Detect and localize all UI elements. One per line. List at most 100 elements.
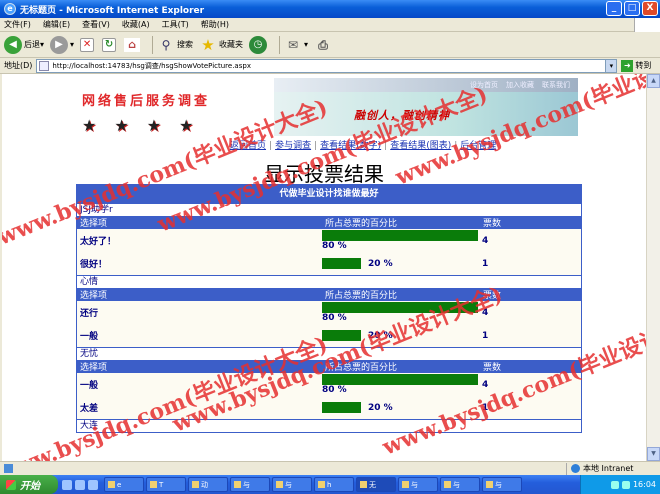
close-button[interactable]: X xyxy=(642,1,658,16)
zone-label: 本地 Intranet xyxy=(583,464,634,473)
taskbar-button[interactable]: 动 xyxy=(188,477,228,492)
printer-icon: ⎙ xyxy=(318,37,328,52)
column-percent: 所占总票的百分比 xyxy=(322,360,480,373)
maximize-button[interactable]: □ xyxy=(624,1,640,16)
taskbar-button[interactable]: 与 xyxy=(440,477,480,492)
mail-button[interactable]: ✉ ▾ xyxy=(284,36,308,54)
menu-view[interactable]: 查看(V) xyxy=(82,19,110,30)
task-icon xyxy=(192,481,199,488)
start-button[interactable]: 开始 xyxy=(0,475,58,494)
menu-help[interactable]: 帮助(H) xyxy=(201,19,229,30)
forward-button[interactable]: ▶ ▾ xyxy=(50,35,74,54)
task-icon xyxy=(276,481,283,488)
option-label: 很好！ xyxy=(77,252,322,275)
nav-results-number[interactable]: 查看结果(数字) xyxy=(320,141,381,151)
menu-favorites[interactable]: 收藏(A) xyxy=(122,19,150,30)
quick-launch-icon[interactable] xyxy=(62,479,72,490)
menu-tools[interactable]: 工具(T) xyxy=(162,19,189,30)
nav-vote[interactable]: 参与调查 xyxy=(275,141,311,151)
taskbar-button[interactable]: T xyxy=(146,477,186,492)
refresh-icon: ↻ xyxy=(102,37,117,52)
quick-launch-icon[interactable] xyxy=(75,479,85,490)
vertical-scrollbar[interactable]: ▲ ▼ xyxy=(646,74,660,461)
percent-bar xyxy=(322,402,361,413)
poll-title: JSJ助学r xyxy=(77,203,581,216)
add-favorite-link[interactable]: 加入收藏 xyxy=(506,80,534,90)
tray-icon[interactable] xyxy=(621,480,630,489)
taskbar-button[interactable]: 无 xyxy=(356,477,396,492)
percent-bar xyxy=(322,258,361,269)
task-label: 动 xyxy=(201,480,208,489)
refresh-button[interactable]: ↻ xyxy=(102,37,118,52)
taskbar-button[interactable]: e xyxy=(104,477,144,492)
address-label: 地址(D) xyxy=(4,61,33,70)
mail-dropdown-icon[interactable]: ▾ xyxy=(304,40,308,49)
tray-icon[interactable] xyxy=(610,480,619,489)
back-button[interactable]: ◀ 后退 ▾ xyxy=(4,35,44,54)
poll-table: 选择项 所占总票的百分比 票数 太好了！ 80 % 4 很好！ 20 % 1 xyxy=(77,216,581,275)
percent-text: 80 % xyxy=(322,385,347,395)
menu-file[interactable]: 文件(F) xyxy=(4,19,31,30)
task-icon xyxy=(486,481,493,488)
poll-header-row: 选择项 所占总票的百分比 票数 xyxy=(77,360,581,373)
poll-option-row: 还行 80 % 4 xyxy=(77,301,581,324)
security-zone: 本地 Intranet xyxy=(566,462,660,475)
option-percent-cell: 20 % xyxy=(322,324,480,347)
percent-bar xyxy=(322,330,361,341)
page-icon xyxy=(39,60,50,71)
history-button[interactable]: ◷ xyxy=(249,35,269,54)
taskbar: 开始 e T 动 与 与 h 无 与 与 与 16:04 xyxy=(0,475,660,494)
poll-option-row: 一般 20 % 1 xyxy=(77,324,581,347)
percent-text: 20 % xyxy=(368,331,393,341)
minimize-button[interactable]: _ xyxy=(606,1,622,16)
windows-logo-icon xyxy=(634,18,660,32)
favorites-button[interactable]: ★ 收藏夹 xyxy=(199,36,243,54)
taskbar-button[interactable]: 与 xyxy=(230,477,270,492)
address-dropdown-icon[interactable]: ▾ xyxy=(605,58,618,73)
poll-header-row: 选择项 所占总票的百分比 票数 xyxy=(77,288,581,301)
taskbar-button[interactable]: 与 xyxy=(272,477,312,492)
banner-slogan: 融创人，融创精神 xyxy=(354,109,450,122)
address-input[interactable]: http://localhost:14783/hsg调查/hsgShowVote… xyxy=(36,58,607,73)
window-titlebar: e 无标题页 - Microsoft Internet Explorer _ □… xyxy=(0,0,660,18)
toolbar-separator xyxy=(279,35,281,54)
toolbar: ◀ 后退 ▾ ▶ ▾ ✕ ↻ ⌂ ⚲ 搜索 ★ 收藏夹 ◷ ✉ ▾ ⎙ xyxy=(0,32,660,58)
taskbar-button[interactable]: 与 xyxy=(398,477,438,492)
scroll-up-icon[interactable]: ▲ xyxy=(647,74,660,88)
nav-results-chart[interactable]: 查看结果(图表) xyxy=(390,141,451,151)
taskbar-button[interactable]: 与 xyxy=(482,477,522,492)
back-dropdown-icon[interactable]: ▾ xyxy=(40,40,44,49)
poll-option-row: 一般 80 % 4 xyxy=(77,373,581,396)
task-label: 与 xyxy=(243,480,250,489)
set-homepage-link[interactable]: 设为首页 xyxy=(470,80,498,90)
back-arrow-icon: ◀ xyxy=(4,35,22,54)
star-icon: ★ xyxy=(146,116,162,135)
option-percent-cell: 80 % xyxy=(322,301,480,324)
intranet-icon xyxy=(571,464,580,473)
menu-edit[interactable]: 编辑(E) xyxy=(43,19,70,30)
search-button[interactable]: ⚲ 搜索 xyxy=(157,36,193,54)
task-label: T xyxy=(159,480,164,489)
task-label: 与 xyxy=(411,480,418,489)
quick-launch-icon[interactable] xyxy=(88,479,98,490)
print-button[interactable]: ⎙ xyxy=(314,36,334,54)
stop-button[interactable]: ✕ xyxy=(80,37,96,52)
home-button[interactable]: ⌂ xyxy=(124,37,142,52)
nav-admin[interactable]: 后台管理 xyxy=(460,141,496,151)
forward-dropdown-icon[interactable]: ▾ xyxy=(70,40,74,49)
quick-launch xyxy=(62,479,98,490)
home-icon: ⌂ xyxy=(124,37,141,52)
taskbar-button[interactable]: h xyxy=(314,477,354,492)
go-button[interactable]: ➜ 转到 xyxy=(621,59,651,72)
go-arrow-icon: ➜ xyxy=(621,59,634,72)
task-icon xyxy=(150,481,157,488)
start-label: 开始 xyxy=(20,481,40,492)
contact-link[interactable]: 联系我们 xyxy=(542,80,570,90)
results-panel: 代做毕业设计找谁做最好 JSJ助学r 选择项 所占总票的百分比 票数 太好了！ 80 % 4… xyxy=(76,184,582,433)
nav-home[interactable]: 返回首页 xyxy=(230,141,266,151)
option-percent-cell: 20 % xyxy=(322,396,480,419)
status-message xyxy=(0,464,566,473)
decor-stars: ★ ★ ★ ★ xyxy=(82,116,193,135)
scroll-down-icon[interactable]: ▼ xyxy=(647,447,660,461)
system-tray: 16:04 xyxy=(580,475,660,494)
